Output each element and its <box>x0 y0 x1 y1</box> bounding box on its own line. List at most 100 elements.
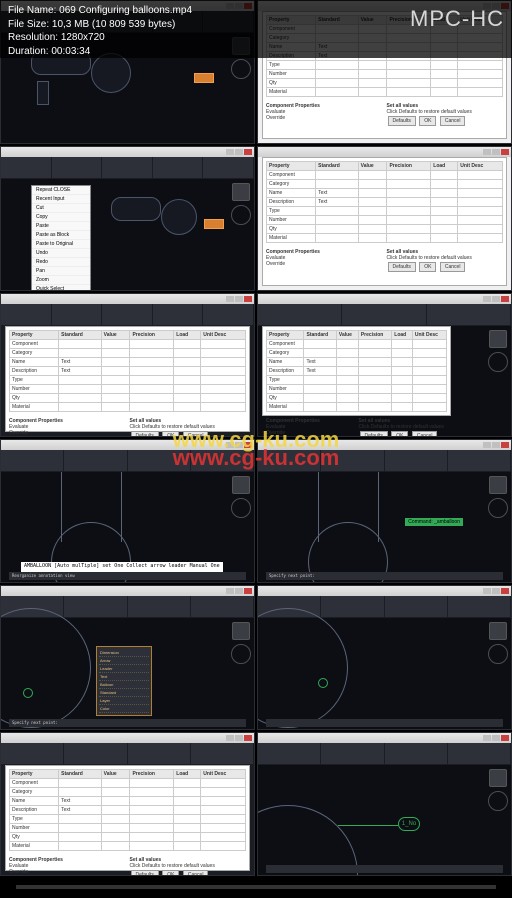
col-header[interactable]: Property <box>267 162 316 171</box>
col-header[interactable]: Property <box>10 769 59 778</box>
col-header[interactable]: Precision <box>130 769 174 778</box>
table-row[interactable]: NameText <box>10 796 246 805</box>
table-row[interactable]: NameText <box>267 357 447 366</box>
defaults-button[interactable]: Defaults <box>388 116 416 126</box>
col-header[interactable]: Precision <box>387 162 431 171</box>
ok-button[interactable]: OK <box>419 116 436 126</box>
table-row[interactable]: Type <box>267 375 447 384</box>
col-header[interactable]: Unit Desc <box>201 769 246 778</box>
table-row[interactable]: Material <box>267 88 503 97</box>
menu-item[interactable]: Quick Select <box>32 285 90 290</box>
col-header[interactable]: Load <box>392 330 413 339</box>
command-bar[interactable]: Reorganize annotation view <box>9 572 246 580</box>
col-header[interactable]: Standard <box>59 330 101 339</box>
table-row[interactable]: NameText <box>10 357 246 366</box>
col-header[interactable]: Standard <box>316 162 358 171</box>
table-row[interactable]: DescriptionText <box>267 198 503 207</box>
table-row[interactable]: Category <box>267 180 503 189</box>
table-row[interactable]: Qty <box>10 832 246 841</box>
table-row[interactable]: Component <box>267 171 503 180</box>
col-header[interactable]: Value <box>358 162 387 171</box>
menu-item[interactable]: Recent Input <box>32 195 90 204</box>
table-row[interactable]: Number <box>267 216 503 225</box>
balloon-callout[interactable]: 1_No <box>398 817 420 831</box>
col-header[interactable]: Value <box>336 330 358 339</box>
prop-row[interactable]: Arrow <box>99 657 149 665</box>
prop-row[interactable]: Text <box>99 673 149 681</box>
menu-item[interactable]: Zoom <box>32 276 90 285</box>
table-row[interactable]: Qty <box>10 393 246 402</box>
table-row[interactable]: Category <box>267 348 447 357</box>
thumb-3[interactable]: Repeat CLOSERecent InputCutCopyPastePast… <box>0 146 255 290</box>
col-header[interactable]: Load <box>431 162 458 171</box>
table-row[interactable]: Category <box>10 787 246 796</box>
annotation-marker[interactable] <box>194 73 214 83</box>
col-header[interactable]: Unit Desc <box>201 330 246 339</box>
col-header[interactable]: Value <box>101 330 130 339</box>
menu-item[interactable]: Redo <box>32 258 90 267</box>
table-row[interactable]: Component <box>267 339 447 348</box>
col-header[interactable]: Unit Desc <box>412 330 446 339</box>
prop-row[interactable]: Layer <box>99 697 149 705</box>
table-row[interactable]: Material <box>267 234 503 243</box>
cancel-button[interactable]: Cancel <box>440 262 466 272</box>
col-header[interactable]: Value <box>101 769 130 778</box>
bom-table[interactable]: PropertyStandardValuePrecisionLoadUnit D… <box>9 330 246 412</box>
table-row[interactable]: Component <box>10 778 246 787</box>
table-row[interactable]: Number <box>267 384 447 393</box>
table-row[interactable]: Category <box>10 348 246 357</box>
prop-row[interactable]: Color <box>99 705 149 713</box>
table-row[interactable]: Number <box>10 384 246 393</box>
table-row[interactable]: Material <box>10 841 246 850</box>
thumb-6[interactable]: PropertyStandardValuePrecisionLoadUnit D… <box>257 293 512 437</box>
menu-item[interactable]: Repeat CLOSE <box>32 186 90 195</box>
thumb-11[interactable]: PropertyStandardValuePrecisionLoadUnit D… <box>0 732 255 876</box>
ok-button[interactable]: OK <box>162 431 179 437</box>
menu-item[interactable]: Paste as Block <box>32 231 90 240</box>
defaults-button[interactable]: Defaults <box>131 431 159 437</box>
prop-row[interactable]: Balloon <box>99 681 149 689</box>
thumb-7[interactable]: AMBALLOON [Auto mulTiple] set One Collec… <box>0 439 255 583</box>
table-row[interactable]: Qty <box>267 225 503 234</box>
thumb-12[interactable]: 1_No <box>257 732 512 876</box>
defaults-button[interactable]: Defaults <box>360 431 388 437</box>
table-row[interactable]: Type <box>10 375 246 384</box>
table-row[interactable]: DescriptionText <box>267 366 447 375</box>
seek-bar[interactable] <box>16 885 496 889</box>
col-header[interactable]: Load <box>174 330 201 339</box>
menu-item[interactable]: Cut <box>32 204 90 213</box>
col-header[interactable]: Precision <box>130 330 174 339</box>
table-row[interactable]: Component <box>10 339 246 348</box>
thumb-8[interactable]: Command: _amballoon Specify next point: <box>257 439 512 583</box>
menu-item[interactable]: Paste <box>32 222 90 231</box>
bom-table[interactable]: PropertyStandardValuePrecisionLoadUnit D… <box>266 330 447 412</box>
table-row[interactable]: Number <box>267 70 503 79</box>
table-row[interactable]: DescriptionText <box>10 805 246 814</box>
nav-wheel-icon[interactable] <box>231 59 251 79</box>
prop-row[interactable]: Standard <box>99 689 149 697</box>
bom-table[interactable]: PropertyStandardValuePrecisionLoadUnit D… <box>266 161 503 243</box>
col-header[interactable]: Precision <box>358 330 391 339</box>
table-row[interactable]: Type <box>267 61 503 70</box>
ok-button[interactable]: OK <box>391 431 408 437</box>
table-row[interactable]: Qty <box>267 393 447 402</box>
col-header[interactable]: Property <box>10 330 59 339</box>
context-menu[interactable]: Repeat CLOSERecent InputCutCopyPastePast… <box>31 185 91 290</box>
menu-item[interactable]: Undo <box>32 249 90 258</box>
col-header[interactable]: Unit Desc <box>458 162 503 171</box>
player-controls[interactable] <box>0 876 512 898</box>
command-line[interactable]: AMBALLOON [Auto mulTiple] set One Collec… <box>21 562 223 572</box>
thumb-9[interactable]: DimensionArrowLeaderTextBalloonStandardL… <box>0 585 255 729</box>
menu-item[interactable]: Copy <box>32 213 90 222</box>
col-header[interactable]: Standard <box>304 330 336 339</box>
thumb-10[interactable] <box>257 585 512 729</box>
table-row[interactable]: NameText <box>267 189 503 198</box>
cancel-button[interactable]: Cancel <box>412 431 438 437</box>
thumb-4[interactable]: PropertyStandardValuePrecisionLoadUnit D… <box>257 146 512 290</box>
prop-row[interactable]: Leader <box>99 665 149 673</box>
table-row[interactable]: DescriptionText <box>10 366 246 375</box>
col-header[interactable]: Property <box>267 330 304 339</box>
cancel-button[interactable]: Cancel <box>440 116 466 126</box>
col-header[interactable]: Standard <box>59 769 101 778</box>
cancel-button[interactable]: Cancel <box>183 431 209 437</box>
